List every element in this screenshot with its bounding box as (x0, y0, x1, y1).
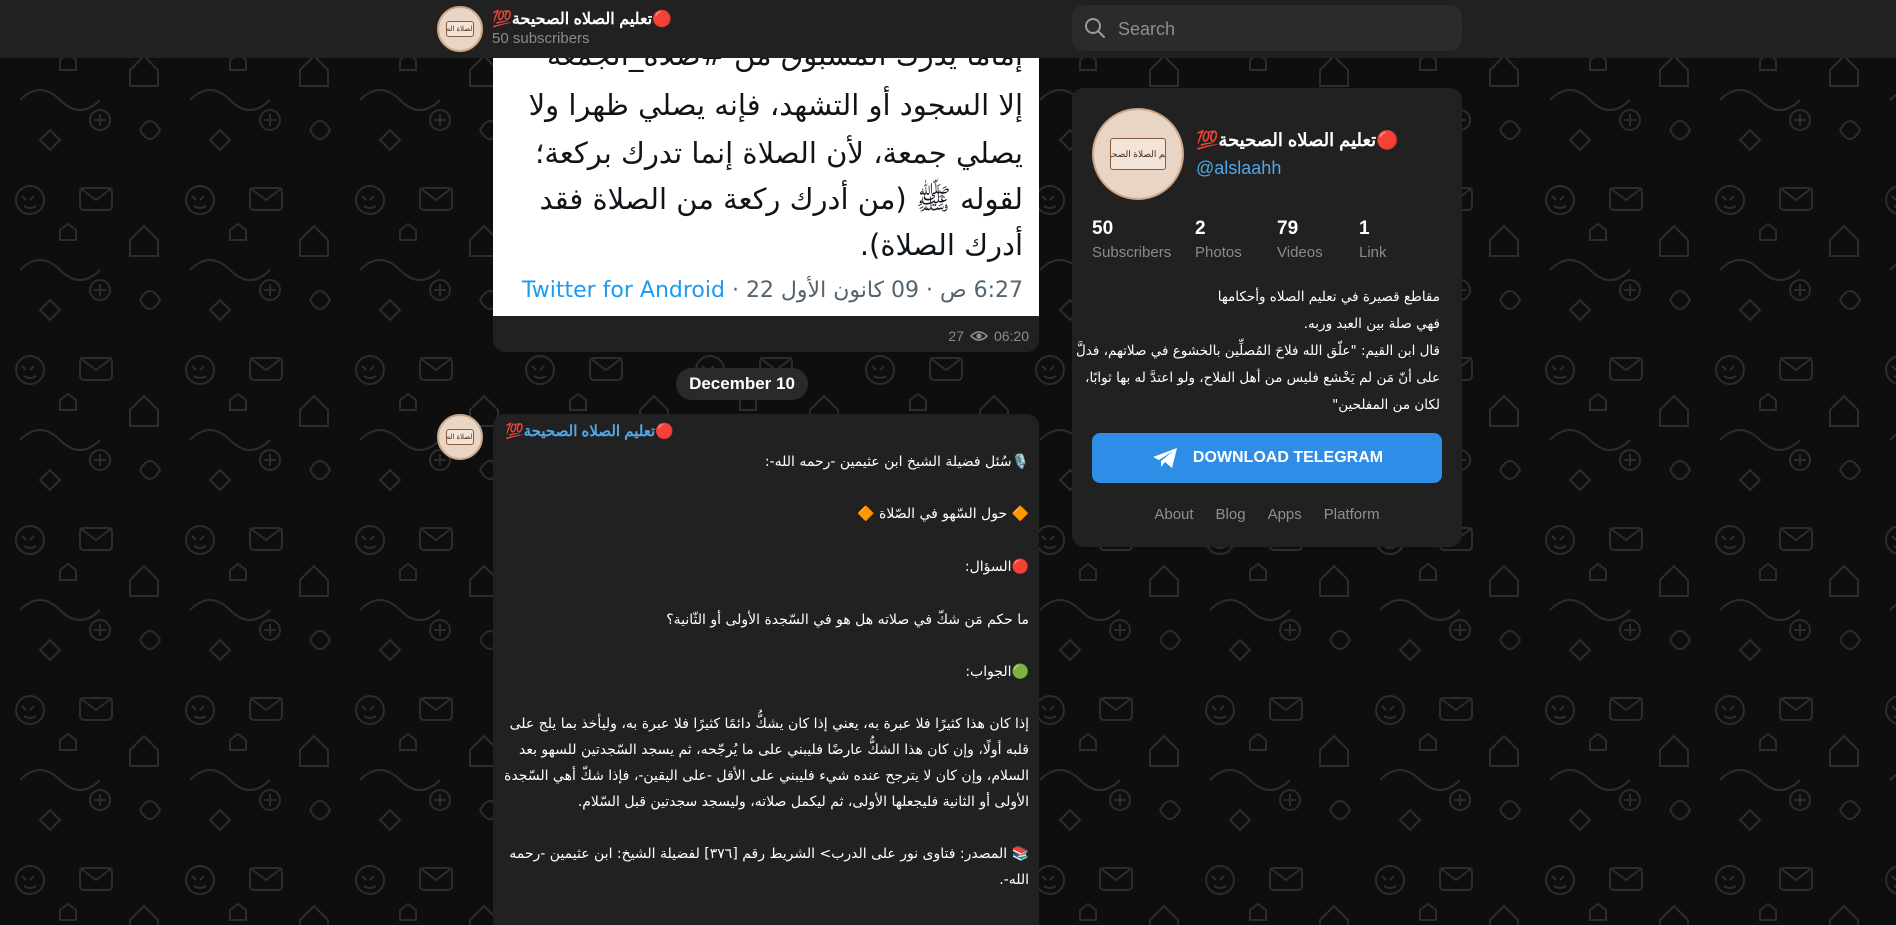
stat-videos: 79 Videos (1277, 218, 1323, 261)
search-input[interactable] (1116, 5, 1450, 53)
profile-name: 🔴تعليم الصلاه الصحيحة💯 (1196, 130, 1399, 150)
search-box[interactable] (1072, 5, 1462, 53)
message-line: الله-. (999, 872, 1029, 888)
message-meta: 27 06:20 (948, 328, 1029, 344)
profile-avatar: تعليم الصلاة الصحيحة (1092, 108, 1184, 200)
post-avatar[interactable]: تعليم الصلاة الصحيحة (437, 414, 483, 460)
description-line: فهي صلة بين العبد وربه. (1303, 316, 1440, 332)
message-post-2: 🔴تعليم الصلاه الصحيحة💯 🎙️سُئل فضيلة الشي… (493, 414, 1039, 925)
tweet-meta: 6:27 ص · 09 كانون الأول 22 · Twitter for… (522, 278, 1023, 303)
tweet-source: Twitter for Android (521, 278, 725, 303)
stat-number: 50 (1092, 218, 1114, 239)
download-telegram-button[interactable]: DOWNLOAD TELEGRAM (1092, 433, 1442, 483)
avatar-label: تعليم الصلاة الصحيحة (445, 20, 475, 38)
footer-links: About Blog Apps Platform (1072, 506, 1462, 523)
tweet-line: أدرك الصلاة). (859, 228, 1023, 262)
about-link[interactable]: About (1154, 506, 1193, 523)
message-line: 🔴السؤال: (964, 559, 1029, 575)
tweet-time: 6:27 ص · 09 كانون الأول 22 · (724, 278, 1023, 303)
tweet-line: يصلي جمعة، لأن الصلاة إنما تدرك بركعة؛ (535, 136, 1023, 170)
stat-label: Link (1359, 244, 1387, 261)
description-line: لكان من المفلحين" (1332, 397, 1440, 413)
channel-title[interactable]: 🔴تعليم الصلاه الصحيحة💯 (492, 9, 672, 29)
eye-icon (969, 331, 988, 341)
stat-number: 79 (1277, 218, 1299, 239)
tweet-line: إلا السجود أو التشهد، فإنه يصلي ظهرا ولا (528, 88, 1023, 122)
channel-info-card: تعليم الصلاة الصحيحة 🔴تعليم الصلاه الصحي… (1072, 88, 1462, 547)
download-label: DOWNLOAD TELEGRAM (1192, 449, 1384, 466)
message-line: 🟢الجواب: (965, 664, 1029, 680)
message-line: 🔶 حول السّهو في الصّلاة 🔶 (857, 506, 1029, 522)
stat-label: Photos (1195, 244, 1242, 261)
message-line: إذا كان هذا كثيرًا فلا عبرة به، يعني إذا… (509, 716, 1029, 732)
message-author[interactable]: 🔴تعليم الصلاه الصحيحة💯 (505, 422, 674, 440)
message-line: 📚 المصدر: فتاوى نور على الدرب> الشريط رق… (509, 846, 1029, 862)
tweet-line: لقوله ﷺ (من أدرك ركعة من الصلاة فقد (539, 182, 1023, 216)
message-line: ما حكم مَن شكّ في صلاته هل هو في السّجدة… (666, 612, 1029, 628)
top-bar: تعليم الصلاة الصحيحة 🔴تعليم الصلاه الصحي… (0, 0, 1896, 58)
stat-label: Subscribers (1092, 244, 1172, 261)
stat-photos: 2 Photos (1195, 218, 1242, 261)
view-count: 27 (948, 328, 964, 344)
stat-links: 1 Link (1359, 218, 1387, 261)
platform-link[interactable]: Platform (1324, 506, 1380, 523)
subscriber-count: 50 subscribers (492, 30, 590, 47)
stat-label: Videos (1277, 244, 1323, 261)
message-line: قلبه أولًا، وإن كان هذا الشكُّ عارضًا فل… (518, 742, 1029, 758)
description-line: على أنّ مَن لم يَخْشع فليس من أهل الفلاح… (1085, 370, 1440, 386)
message-line: السلام، وإن كان لا يترجح عنده شيء فليبني… (504, 768, 1029, 784)
description-line: قال ابن القيم: "علّق الله فلاحَ المُصلِّ… (1075, 343, 1440, 359)
message-time: 06:20 (993, 328, 1029, 344)
blog-link[interactable]: Blog (1216, 506, 1246, 523)
avatar-label: تعليم الصلاة الصحيحة (1109, 138, 1167, 170)
channel-avatar[interactable]: تعليم الصلاة الصحيحة (437, 6, 483, 52)
message-line: الأولى أو الثانية فليجعلها الأولى، ثم لي… (577, 794, 1029, 810)
description-line: مقاطع قصيرة في تعليم الصلاه وأحكامها (1217, 289, 1440, 305)
telegram-icon (1152, 448, 1177, 468)
channel-description: مقاطع قصيرة في تعليم الصلاه وأحكامها فهي… (1075, 284, 1440, 419)
avatar-label: تعليم الصلاة الصحيحة (445, 428, 475, 446)
message-line: 🎙️سُئل فضيلة الشيخ ابن عثيمين -رحمه الله… (764, 454, 1029, 470)
search-icon (1085, 18, 1105, 38)
stat-number: 2 (1195, 218, 1206, 239)
apps-link[interactable]: Apps (1268, 506, 1302, 523)
stat-number: 1 (1359, 218, 1370, 239)
profile-handle[interactable]: @alslaahh (1196, 158, 1281, 179)
stat-subscribers: 50 Subscribers (1092, 218, 1171, 261)
date-divider: December 10 (676, 368, 808, 400)
